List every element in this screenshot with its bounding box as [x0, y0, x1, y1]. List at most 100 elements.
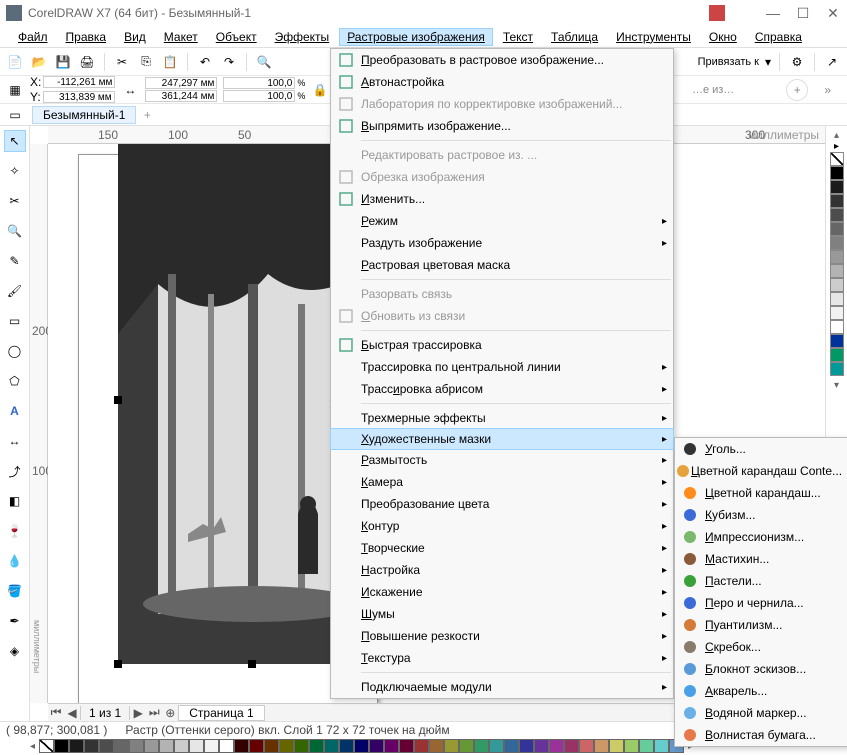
submenu-item[interactable]: Перо и чернила... — [675, 592, 847, 614]
menu-object[interactable]: Объект — [208, 28, 265, 46]
menu-item[interactable]: Автонастройка — [331, 71, 673, 93]
color-swatch[interactable] — [174, 739, 189, 753]
submenu-item[interactable]: Волнистая бумага... — [675, 724, 847, 746]
palette-menu-icon[interactable]: ▸ — [834, 141, 839, 152]
y-input[interactable] — [43, 91, 115, 103]
eyedropper-tool[interactable]: 💧 — [4, 550, 26, 572]
search-icon[interactable]: 🔍 — [255, 53, 273, 71]
color-swatch[interactable] — [384, 739, 399, 753]
menu-item[interactable]: Настройка▸ — [331, 559, 673, 581]
color-swatch[interactable] — [830, 222, 844, 236]
launch-icon[interactable]: ↗ — [823, 53, 841, 71]
x-input[interactable] — [43, 76, 115, 88]
color-swatch[interactable] — [234, 739, 249, 753]
color-swatch[interactable] — [474, 739, 489, 753]
cut-icon[interactable]: ✂ — [113, 53, 131, 71]
menu-item[interactable]: Изменить... — [331, 188, 673, 210]
rectangle-tool[interactable]: ▭ — [4, 310, 26, 332]
right-dock-label[interactable]: …е из… — [692, 84, 734, 96]
scale-x-input[interactable] — [223, 77, 295, 89]
menu-item[interactable]: Режим▸ — [331, 210, 673, 232]
submenu-item[interactable]: Импрессионизм... — [675, 526, 847, 548]
menu-item[interactable]: Раздуть изображение▸ — [331, 232, 673, 254]
docker-expand-icon[interactable]: » — [824, 83, 831, 97]
page-prev-button[interactable]: ◀ — [64, 706, 80, 720]
color-swatch[interactable] — [579, 739, 594, 753]
color-swatch[interactable] — [830, 306, 844, 320]
menu-item[interactable]: Повышение резкости▸ — [331, 625, 673, 647]
menu-effects[interactable]: Эффекты — [267, 28, 338, 46]
menu-item[interactable]: Контур▸ — [331, 515, 673, 537]
color-swatch[interactable] — [830, 348, 844, 362]
copy-icon[interactable]: ⎘ — [137, 53, 155, 71]
paste-icon[interactable]: 📋 — [161, 53, 179, 71]
color-swatch[interactable] — [429, 739, 444, 753]
menu-text[interactable]: Текст — [495, 28, 541, 46]
palette-scroll-up[interactable]: ▴ — [834, 130, 839, 141]
color-swatch[interactable] — [830, 278, 844, 292]
drop-shadow-tool[interactable]: ◧ — [4, 490, 26, 512]
submenu-item[interactable]: Блокнот эскизов... — [675, 658, 847, 680]
color-swatch[interactable] — [189, 739, 204, 753]
page-first-button[interactable]: ⏮ — [48, 705, 64, 720]
redo-icon[interactable]: ↷ — [220, 53, 238, 71]
color-swatch[interactable] — [564, 739, 579, 753]
color-swatch[interactable] — [354, 739, 369, 753]
user-icon[interactable] — [709, 5, 725, 21]
pick-tool-icon[interactable]: ▭ — [6, 106, 24, 124]
connector-tool[interactable]: ⤴ — [4, 460, 26, 482]
submenu-item[interactable]: Скребок... — [675, 636, 847, 658]
color-swatch[interactable] — [264, 739, 279, 753]
menu-file[interactable]: Файл — [10, 28, 56, 46]
submenu-item[interactable]: Мастихин... — [675, 548, 847, 570]
color-swatch[interactable] — [830, 334, 844, 348]
color-swatch[interactable] — [830, 194, 844, 208]
page-tab[interactable]: Страница 1 — [178, 705, 264, 721]
menu-tools[interactable]: Инструменты — [608, 28, 699, 46]
open-icon[interactable]: 📂 — [30, 53, 48, 71]
color-swatch[interactable] — [444, 739, 459, 753]
menu-item[interactable]: Размытость▸ — [331, 449, 673, 471]
submenu-item[interactable]: Уголь... — [675, 438, 847, 460]
snap-to-label[interactable]: Привязать к — [698, 56, 759, 68]
ruler-vertical[interactable]: 200 100 миллиметры — [30, 144, 48, 703]
menu-window[interactable]: Окно — [701, 28, 745, 46]
color-swatch[interactable] — [489, 739, 504, 753]
menu-item[interactable]: Быстрая трассировка — [331, 334, 673, 356]
color-swatch[interactable] — [459, 739, 474, 753]
new-icon[interactable]: 📄 — [6, 53, 24, 71]
color-swatch[interactable] — [339, 739, 354, 753]
pick-tool[interactable]: ↖ — [4, 130, 26, 152]
color-swatch[interactable] — [549, 739, 564, 753]
scale-y-input[interactable] — [223, 90, 295, 102]
color-swatch[interactable] — [594, 739, 609, 753]
submenu-item[interactable]: Пастели... — [675, 570, 847, 592]
color-swatch[interactable] — [624, 739, 639, 753]
no-color-swatch-h[interactable] — [39, 739, 54, 753]
menu-item[interactable]: Выпрямить изображение... — [331, 115, 673, 137]
snap-dropdown-icon[interactable]: ▾ — [765, 55, 771, 69]
color-swatch[interactable] — [279, 739, 294, 753]
color-swatch[interactable] — [294, 739, 309, 753]
dimension-tool[interactable]: ↔ — [4, 430, 26, 452]
width-input[interactable] — [145, 77, 217, 89]
page-last-button[interactable]: ⏭ — [146, 705, 162, 720]
color-swatch[interactable] — [399, 739, 414, 753]
color-swatch[interactable] — [830, 166, 844, 180]
menu-item[interactable]: Преобразование цвета▸ — [331, 493, 673, 515]
ellipse-tool[interactable]: ◯ — [4, 340, 26, 362]
freehand-tool[interactable]: ✎ — [4, 250, 26, 272]
palette-h-scroll-left[interactable]: ◂ — [30, 741, 35, 752]
color-swatch[interactable] — [84, 739, 99, 753]
submenu-item[interactable]: Кубизм... — [675, 504, 847, 526]
color-swatch[interactable] — [830, 236, 844, 250]
menu-help[interactable]: Справка — [747, 28, 810, 46]
color-swatch[interactable] — [249, 739, 264, 753]
menu-item[interactable]: Растровая цветовая маска — [331, 254, 673, 276]
lock-ratio-icon[interactable]: 🔒 — [311, 81, 329, 99]
document-tab[interactable]: Безымянный-1 — [32, 106, 136, 124]
menu-item[interactable]: Шумы▸ — [331, 603, 673, 625]
submenu-item[interactable]: Водяной маркер... — [675, 702, 847, 724]
menu-table[interactable]: Таблица — [543, 28, 606, 46]
color-swatch[interactable] — [519, 739, 534, 753]
